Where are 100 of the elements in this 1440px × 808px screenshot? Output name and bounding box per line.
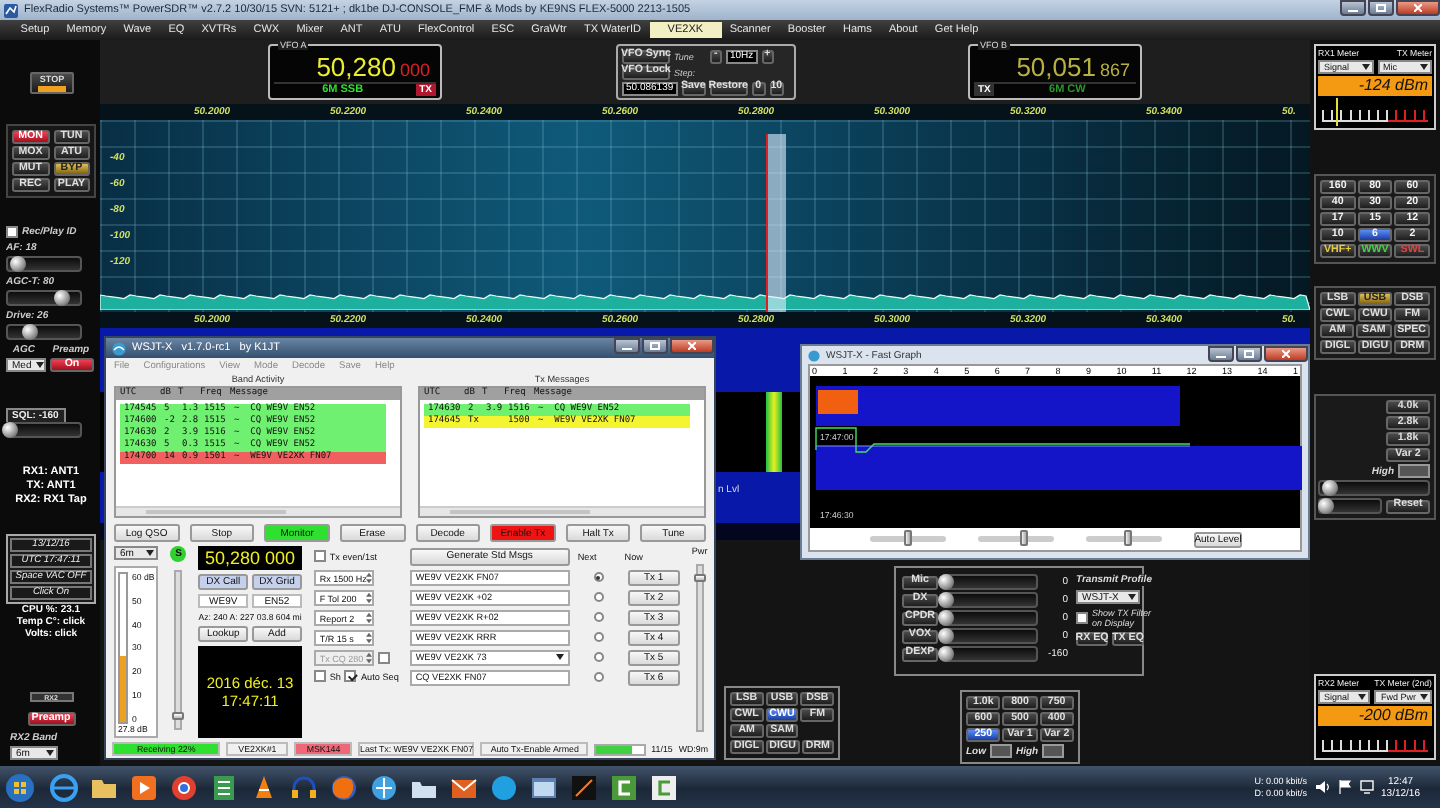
slider[interactable] bbox=[1086, 536, 1162, 542]
close-button[interactable] bbox=[1264, 346, 1308, 362]
speaker-icon[interactable] bbox=[1315, 780, 1330, 794]
radio-button[interactable] bbox=[593, 612, 604, 622]
spreadsheet-icon[interactable] bbox=[208, 771, 240, 803]
fox-globe-icon[interactable] bbox=[328, 771, 360, 803]
slider[interactable] bbox=[942, 592, 1038, 608]
flag-icon[interactable] bbox=[1337, 780, 1352, 794]
checkbox[interactable] bbox=[1076, 612, 1088, 624]
frequency-mhz: 50,280 bbox=[316, 54, 396, 82]
frequency-display: 50,280 000 bbox=[198, 546, 302, 570]
ring-icon[interactable] bbox=[168, 771, 200, 803]
minimize-icon bbox=[622, 342, 632, 350]
frequency-mhz: 50,051 bbox=[1016, 54, 1096, 82]
slider-thumb[interactable] bbox=[938, 646, 955, 662]
slider-thumb[interactable] bbox=[172, 712, 185, 721]
checkbox[interactable] bbox=[344, 670, 357, 682]
slider-thumb[interactable] bbox=[938, 628, 955, 644]
input-field[interactable] bbox=[1398, 464, 1430, 478]
app-icon bbox=[808, 349, 820, 361]
bracket-icon[interactable] bbox=[608, 771, 640, 803]
spin-arrows-icon bbox=[365, 592, 372, 604]
checkbox[interactable] bbox=[313, 550, 326, 562]
monitor-icon[interactable] bbox=[1359, 780, 1374, 794]
play-icon[interactable] bbox=[128, 771, 160, 803]
headset-icon[interactable] bbox=[288, 771, 320, 803]
scrollbar[interactable] bbox=[420, 506, 704, 516]
checkbox[interactable] bbox=[313, 670, 326, 682]
slider-thumb[interactable] bbox=[1123, 530, 1132, 546]
slider[interactable] bbox=[942, 610, 1038, 626]
slider-thumb[interactable] bbox=[938, 610, 955, 626]
slider-thumb[interactable] bbox=[1322, 480, 1339, 496]
maximize-button[interactable] bbox=[1368, 0, 1394, 16]
close-button[interactable] bbox=[670, 338, 714, 354]
slider[interactable] bbox=[942, 628, 1038, 644]
close-icon bbox=[1414, 4, 1422, 12]
maximize-icon bbox=[1244, 350, 1254, 358]
caret-icon bbox=[35, 362, 44, 368]
slider[interactable] bbox=[6, 290, 82, 306]
start-orb-icon[interactable] bbox=[4, 771, 36, 803]
close-button[interactable] bbox=[1396, 0, 1440, 16]
meter-reading: -124 dBm bbox=[1318, 76, 1432, 96]
slider[interactable] bbox=[6, 256, 82, 272]
radio-button[interactable] bbox=[593, 592, 604, 602]
maximize-button[interactable] bbox=[1236, 346, 1262, 362]
maximize-icon bbox=[1376, 4, 1386, 12]
slider[interactable] bbox=[695, 564, 704, 732]
slider[interactable] bbox=[174, 570, 183, 730]
slider[interactable] bbox=[978, 536, 1054, 542]
slider[interactable] bbox=[870, 536, 946, 542]
slider[interactable] bbox=[942, 574, 1038, 590]
input-field[interactable] bbox=[1042, 744, 1065, 758]
caret-icon bbox=[1358, 694, 1367, 700]
frequency-hz: 867 bbox=[1099, 60, 1130, 80]
slider[interactable] bbox=[6, 324, 82, 340]
slider[interactable] bbox=[1318, 498, 1382, 514]
radio-button[interactable] bbox=[593, 632, 604, 642]
bracket-icon[interactable] bbox=[648, 771, 680, 803]
slider-thumb[interactable] bbox=[693, 573, 706, 582]
close-icon bbox=[688, 342, 696, 350]
slider[interactable] bbox=[6, 422, 82, 438]
caret-icon bbox=[1128, 594, 1136, 600]
caret-icon bbox=[146, 550, 155, 556]
spin-arrows-icon bbox=[365, 652, 372, 664]
radio-button[interactable] bbox=[593, 672, 604, 682]
input-field[interactable] bbox=[990, 744, 1012, 758]
globe-icon[interactable] bbox=[368, 771, 400, 803]
frequency-hz: 000 bbox=[399, 60, 430, 80]
caret-icon bbox=[555, 654, 564, 660]
caret-icon bbox=[1420, 64, 1428, 70]
minimize-button[interactable] bbox=[1208, 346, 1234, 362]
slider[interactable] bbox=[1318, 480, 1430, 496]
slider-thumb[interactable] bbox=[54, 290, 70, 306]
slider-thumb[interactable] bbox=[1318, 498, 1334, 514]
checkbox[interactable] bbox=[6, 226, 18, 238]
maximize-button[interactable] bbox=[642, 338, 668, 354]
radio-button[interactable] bbox=[593, 572, 604, 582]
app-icon bbox=[112, 341, 126, 355]
checkbox[interactable] bbox=[377, 652, 390, 664]
close-icon bbox=[1282, 350, 1290, 358]
spin-arrows-icon bbox=[365, 612, 372, 624]
app-icon bbox=[4, 3, 18, 17]
slider-thumb[interactable] bbox=[938, 592, 955, 608]
minimize-button[interactable] bbox=[1340, 0, 1366, 16]
caret-icon bbox=[46, 750, 54, 756]
slider[interactable] bbox=[942, 646, 1038, 662]
slider-thumb[interactable] bbox=[1019, 530, 1028, 546]
slider-thumb[interactable] bbox=[10, 256, 27, 272]
maximize-icon bbox=[650, 342, 660, 350]
scrollbar[interactable] bbox=[116, 506, 400, 516]
minimize-icon bbox=[1348, 4, 1358, 12]
minimize-button[interactable] bbox=[614, 338, 640, 354]
slider-thumb[interactable] bbox=[938, 574, 955, 590]
spin-arrows-icon bbox=[366, 572, 373, 584]
slider-thumb[interactable] bbox=[1, 422, 18, 438]
meter-reading: -200 dBm bbox=[1318, 706, 1432, 726]
slider-thumb[interactable] bbox=[21, 324, 38, 340]
slider-thumb[interactable] bbox=[904, 530, 912, 546]
radio-button[interactable] bbox=[593, 652, 604, 662]
minimize-icon bbox=[1216, 350, 1226, 358]
